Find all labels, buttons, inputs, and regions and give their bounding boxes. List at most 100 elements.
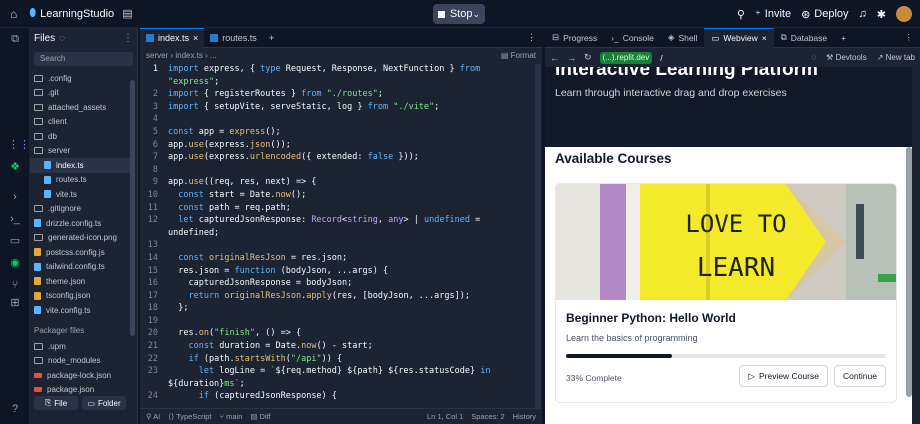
code-line[interactable]: 16 capturedJsonResponse = bodyJson; [140, 278, 536, 291]
preview-course-button[interactable]: ▷ Preview Course [739, 365, 828, 387]
project-name[interactable]: LearningStudio [40, 8, 114, 20]
back-icon[interactable]: ← [550, 53, 559, 63]
close-icon[interactable]: × [193, 33, 198, 43]
sidebar-toggle-icon[interactable]: ⧉ [8, 32, 22, 46]
avatar[interactable] [896, 6, 912, 22]
tab-index-ts[interactable]: index.ts × [140, 27, 205, 48]
code-line[interactable]: 3 import { setupVite, serveStatic, log } … [140, 102, 536, 115]
cursor-position[interactable]: Ln 1, Col 1 [427, 412, 463, 421]
progress-icon[interactable]: › [8, 190, 22, 204]
code-line[interactable]: 11 const path = req.path; [140, 203, 536, 216]
file-row[interactable]: index.ts [30, 158, 130, 173]
code-line[interactable]: 8 [140, 165, 536, 178]
forward-icon[interactable]: → [567, 53, 576, 63]
help-icon[interactable]: ? [8, 402, 22, 416]
history-button[interactable]: History [513, 412, 536, 421]
extensions-icon[interactable]: ⊞ [8, 296, 22, 310]
sparkle-icon[interactable]: ✱ [877, 8, 886, 21]
home-icon[interactable]: ⌂ [10, 7, 17, 21]
code-line[interactable]: 14 const originalResJson = res.json; [140, 253, 536, 266]
file-row[interactable]: tailwind.config.ts [30, 260, 130, 275]
file-row[interactable]: routes.ts [30, 173, 130, 188]
chevron-down-icon[interactable]: ⌄ [472, 9, 480, 20]
file-row[interactable]: client [30, 115, 130, 130]
more-icon[interactable]: ⋮ [521, 28, 542, 48]
code-line[interactable]: ${duration}ms`; [140, 379, 536, 392]
code-area[interactable]: 1 import express, { type Request, Respons… [140, 64, 536, 404]
code-line[interactable]: 23 let logLine = `${req.method} ${path} … [140, 366, 536, 379]
stop-button[interactable]: Stop ⌄ [433, 4, 485, 24]
file-row[interactable]: server [30, 144, 130, 159]
breadcrumb-path[interactable]: server › index.ts › ... [146, 51, 217, 60]
code-line[interactable]: 22 if (path.startsWith("/api")) { [140, 354, 536, 367]
more-icon[interactable]: ⋮ [898, 28, 920, 48]
new-tab-button[interactable]: + [263, 28, 280, 48]
file-row[interactable]: vite.config.ts [30, 303, 130, 318]
file-row[interactable]: drizzle.config.ts [30, 216, 130, 231]
code-line[interactable]: 6 app.use(express.json()); [140, 140, 536, 153]
file-row[interactable]: .upm [30, 339, 130, 354]
continue-button[interactable]: Continue [833, 365, 886, 387]
refresh-icon[interactable]: ↻ [584, 52, 592, 63]
code-line[interactable]: 12 let capturedJsonResponse: Record<stri… [140, 215, 536, 228]
branch-indicator[interactable]: ⑂ main [220, 412, 243, 421]
url-path[interactable]: / [660, 53, 662, 63]
tab-routes-ts[interactable]: routes.ts [204, 28, 263, 48]
tab-shell[interactable]: ◈ Shell [661, 28, 704, 48]
bell-icon[interactable]: ♫ [859, 8, 867, 20]
code-line[interactable]: 20 res.on("finish", () => { [140, 328, 536, 341]
webview-scrollbar[interactable] [906, 147, 912, 397]
file-row[interactable]: package.json [30, 383, 130, 398]
file-row[interactable]: postcss.config.js [30, 245, 130, 260]
code-line[interactable]: undefined; [140, 228, 536, 241]
tab-webview[interactable]: ▭ Webview × [704, 27, 774, 48]
diff-button[interactable]: ▤ Diff [250, 412, 270, 421]
language-indicator[interactable]: ⟨⟩ TypeScript [168, 412, 211, 421]
code-line[interactable]: 1 import express, { type Request, Respons… [140, 64, 536, 77]
new-folder-button[interactable]: ▭ Folder [82, 396, 126, 410]
code-line[interactable]: 5 const app = express(); [140, 127, 536, 140]
file-row[interactable]: package-lock.json [30, 368, 130, 383]
tab-database[interactable]: ⧉ Database [774, 28, 834, 48]
project-menu-icon[interactable]: ▤ [122, 7, 132, 20]
file-row[interactable]: .gitignore [30, 202, 130, 217]
file-row[interactable]: db [30, 129, 130, 144]
apps-grid-icon[interactable]: ⋮⋮ [8, 138, 30, 152]
indent-setting[interactable]: Spaces: 2 [471, 412, 504, 421]
console-icon[interactable]: ›_ [8, 212, 22, 226]
code-line[interactable]: 7 app.use(express.urlencoded({ extended: … [140, 152, 536, 165]
code-line[interactable]: 24 if (capturedJsonResponse) { [140, 391, 536, 404]
code-line[interactable]: "express"; [140, 77, 536, 90]
deploy-button[interactable]: ⊛ Deploy [801, 8, 848, 21]
tab-console[interactable]: ›_ Console [604, 28, 661, 48]
code-line[interactable]: 13 [140, 240, 536, 253]
eye-icon[interactable]: ◌ [59, 33, 65, 44]
ai-button[interactable]: ⚲ AI [146, 412, 160, 421]
file-search-input[interactable]: Search [34, 52, 133, 66]
new-tab-button[interactable]: + [834, 28, 853, 48]
file-row[interactable]: tsconfig.json [30, 289, 130, 304]
code-line[interactable]: 21 const duration = Date.now() - start; [140, 341, 536, 354]
code-line[interactable]: 15 res.json = function (bodyJson, ...arg… [140, 266, 536, 279]
files-scrollbar[interactable] [130, 80, 135, 336]
file-row[interactable]: .config [30, 71, 130, 86]
screenshot-icon[interactable]: ◌ [811, 53, 816, 62]
editor-scrollbar[interactable] [535, 64, 541, 414]
file-row[interactable]: generated-icon.png [30, 231, 130, 246]
devtools-button[interactable]: ⚒ Devtools [826, 53, 867, 62]
tab-progress[interactable]: ⊟ Progress [545, 28, 604, 48]
file-row[interactable]: .git [30, 86, 130, 101]
code-line[interactable]: 2 import { registerRoutes } from "./route… [140, 89, 536, 102]
file-row[interactable]: theme.json [30, 274, 130, 289]
invite-button[interactable]: ⁺ Invite [755, 8, 791, 21]
new-file-button[interactable]: ⎘ File [34, 396, 78, 410]
webview-icon[interactable]: ▭ [8, 234, 22, 248]
tools-icon[interactable]: ❖ [8, 160, 22, 174]
code-line[interactable]: 17 return originalResJson.apply(res, [bo… [140, 291, 536, 304]
search-icon[interactable]: ⚲ [737, 8, 745, 21]
format-button[interactable]: ▤ Format [501, 51, 536, 60]
code-line[interactable]: 18 }; [140, 303, 536, 316]
code-line[interactable]: 4 [140, 114, 536, 127]
code-line[interactable]: 19 [140, 316, 536, 329]
file-row[interactable]: node_modules [30, 354, 130, 369]
